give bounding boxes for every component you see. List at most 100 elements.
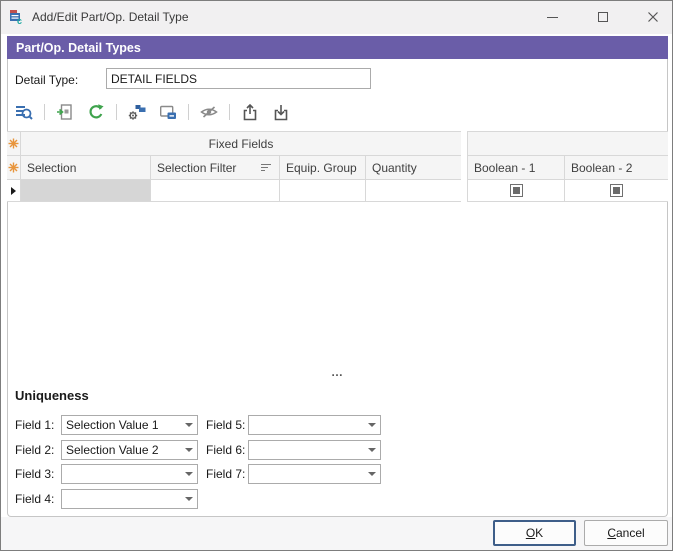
minimize-icon	[547, 17, 558, 18]
hide-column-button[interactable]	[198, 101, 220, 123]
toolbar-separator	[229, 104, 230, 120]
detail-grid-fixed-band: Fixed Fields Selection Selection Filter …	[7, 131, 461, 202]
grid-data-row	[468, 180, 668, 202]
splitter-handle[interactable]: …	[1, 365, 673, 379]
card-layout-icon	[158, 102, 178, 122]
export-icon	[240, 102, 260, 122]
close-icon	[647, 11, 659, 23]
dropdown-arrow-icon	[364, 441, 380, 459]
boolean-2-checkbox[interactable]	[610, 184, 623, 197]
refresh-icon	[86, 102, 106, 122]
import-icon	[271, 102, 291, 122]
cell-boolean-1	[468, 180, 565, 202]
column-header-selection-filter[interactable]: Selection Filter	[151, 156, 280, 180]
dropdown-arrow-icon	[364, 465, 380, 483]
app-logo-icon: c	[9, 9, 25, 25]
orange-asterisk-icon	[8, 138, 19, 149]
field-1-label: Field 1:	[15, 418, 54, 432]
indicator-header-cell	[7, 132, 21, 156]
panel-header: Part/Op. Detail Types	[7, 36, 668, 59]
cancel-button[interactable]: Cancel	[584, 520, 668, 546]
settings-flow-icon	[127, 102, 147, 122]
column-header-row: Selection Selection Filter Equip. Group …	[7, 156, 461, 180]
column-header-equip-group[interactable]: Equip. Group	[280, 156, 366, 180]
field-6-combo[interactable]	[248, 440, 381, 460]
column-header-boolean-1[interactable]: Boolean - 1	[468, 156, 565, 180]
close-button[interactable]	[633, 1, 673, 33]
field-7-label: Field 7:	[206, 467, 245, 481]
settings-flow-button[interactable]	[126, 101, 148, 123]
field-5-combo[interactable]	[248, 415, 381, 435]
grid-search-icon	[14, 102, 34, 122]
indeterminate-mark	[513, 187, 520, 194]
window-title: Add/Edit Part/Op. Detail Type	[32, 10, 189, 24]
band-header-row: Fixed Fields	[7, 132, 461, 156]
orange-asterisk-icon	[8, 162, 19, 173]
dropdown-arrow-icon	[181, 465, 197, 483]
sort-filter-icon[interactable]	[261, 164, 271, 171]
field-2-label: Field 2:	[15, 443, 54, 457]
field-1-value: Selection Value 1	[62, 418, 181, 432]
dropdown-arrow-icon	[181, 441, 197, 459]
grid-data-row	[7, 180, 461, 202]
field-1-combo[interactable]: Selection Value 1	[61, 415, 198, 435]
toolbar-separator	[116, 104, 117, 120]
ok-label-rest: K	[535, 526, 543, 540]
column-header-quantity[interactable]: Quantity	[366, 156, 461, 180]
minimize-button[interactable]	[532, 1, 572, 33]
form-view-icon	[55, 102, 75, 122]
field-6-label: Field 6:	[206, 443, 245, 457]
ok-button[interactable]: OK	[493, 520, 576, 546]
cell-selection[interactable]	[21, 180, 151, 202]
dropdown-arrow-icon	[181, 490, 197, 508]
dropdown-arrow-icon	[181, 416, 197, 434]
column-header-boolean-2[interactable]: Boolean - 2	[565, 156, 668, 180]
toolbar	[13, 101, 292, 123]
dropdown-arrow-icon	[364, 416, 380, 434]
maximize-icon	[598, 12, 608, 22]
current-row-arrow-icon	[11, 187, 16, 195]
toolbar-separator	[44, 104, 45, 120]
detail-type-input[interactable]	[106, 68, 371, 89]
field-4-combo[interactable]	[61, 489, 198, 509]
title-bar: c Add/Edit Part/Op. Detail Type	[1, 1, 673, 34]
svg-text:c: c	[17, 16, 22, 25]
cell-quantity[interactable]	[366, 180, 461, 202]
field-3-label: Field 3:	[15, 467, 54, 481]
grid-search-button[interactable]	[13, 101, 35, 123]
indicator-header-cell	[7, 156, 21, 180]
row-indicator-cell	[7, 180, 21, 202]
toolbar-separator	[188, 104, 189, 120]
import-button[interactable]	[270, 101, 292, 123]
band-header-boolean	[468, 132, 668, 156]
card-layout-button[interactable]	[157, 101, 179, 123]
hide-column-icon	[199, 102, 219, 122]
cell-selection-filter[interactable]	[151, 180, 280, 202]
cancel-accesskey: C	[607, 526, 616, 540]
detail-type-label: Detail Type:	[15, 73, 78, 87]
cell-equip-group[interactable]	[280, 180, 366, 202]
boolean-1-checkbox[interactable]	[510, 184, 523, 197]
field-7-combo[interactable]	[248, 464, 381, 484]
dialog-window: c Add/Edit Part/Op. Detail Type Part/Op.…	[0, 0, 673, 551]
detail-grid-boolean-band: Boolean - 1 Boolean - 2	[467, 131, 668, 202]
footer-bar: OK Cancel	[1, 517, 673, 551]
cancel-label-rest: ancel	[616, 526, 645, 540]
band-header-fixed-fields[interactable]: Fixed Fields	[21, 132, 461, 156]
form-view-button[interactable]	[54, 101, 76, 123]
column-header-selection[interactable]: Selection	[21, 156, 151, 180]
export-button[interactable]	[239, 101, 261, 123]
field-3-combo[interactable]	[61, 464, 198, 484]
field-2-combo[interactable]: Selection Value 2	[61, 440, 198, 460]
column-header-selection-filter-label: Selection Filter	[157, 161, 236, 175]
refresh-button[interactable]	[85, 101, 107, 123]
band-header-row	[468, 132, 668, 156]
field-4-label: Field 4:	[15, 492, 54, 506]
field-2-value: Selection Value 2	[62, 443, 181, 457]
uniqueness-title: Uniqueness	[15, 388, 89, 403]
column-header-row: Boolean - 1 Boolean - 2	[468, 156, 668, 180]
indeterminate-mark	[613, 187, 620, 194]
ok-accesskey: O	[526, 526, 535, 540]
maximize-button[interactable]	[583, 1, 623, 33]
field-5-label: Field 5:	[206, 418, 245, 432]
